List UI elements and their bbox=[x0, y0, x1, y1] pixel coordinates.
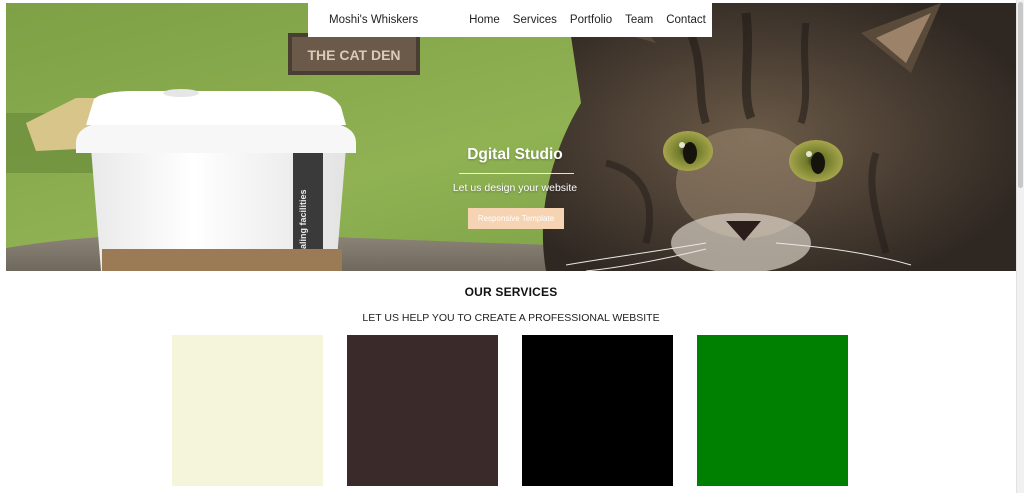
vertical-scrollbar[interactable] bbox=[1016, 0, 1024, 493]
services-heading: OUR SERVICES bbox=[464, 285, 558, 299]
nav-link-portfolio[interactable]: Portfolio bbox=[570, 14, 612, 26]
nav-link-home[interactable]: Home bbox=[469, 14, 500, 26]
brand-logo-text[interactable]: Moshi's Whiskers bbox=[329, 14, 418, 26]
hero-subtitle: Let us design your website bbox=[452, 182, 578, 194]
nav-link-team[interactable]: Team bbox=[625, 14, 653, 26]
wall-sign-text: THE CAT DEN bbox=[307, 47, 400, 63]
hero-divider bbox=[459, 173, 574, 174]
nav-link-contact[interactable]: Contact bbox=[666, 14, 706, 26]
nav-link-services[interactable]: Services bbox=[513, 14, 557, 26]
hero-title: Dgital Studio bbox=[467, 146, 563, 163]
cup-sleeve-text: aling facilities bbox=[298, 189, 308, 249]
service-card bbox=[347, 335, 498, 486]
hero-image: THE CAT DEN aling facilities bbox=[6, 3, 1016, 271]
hero-banner: THE CAT DEN aling facilities Dgital Stud… bbox=[6, 3, 1016, 271]
service-card bbox=[172, 335, 323, 486]
responsive-template-button[interactable]: Responsive Template bbox=[468, 208, 564, 229]
service-card bbox=[522, 335, 673, 486]
services-subheading: LET US HELP YOU TO CREATE A PROFESSIONAL… bbox=[362, 312, 660, 324]
service-card bbox=[697, 335, 848, 486]
scrollbar-thumb[interactable] bbox=[1018, 2, 1023, 188]
top-navbar: Moshi's Whiskers Home Services Portfolio… bbox=[308, 2, 712, 37]
